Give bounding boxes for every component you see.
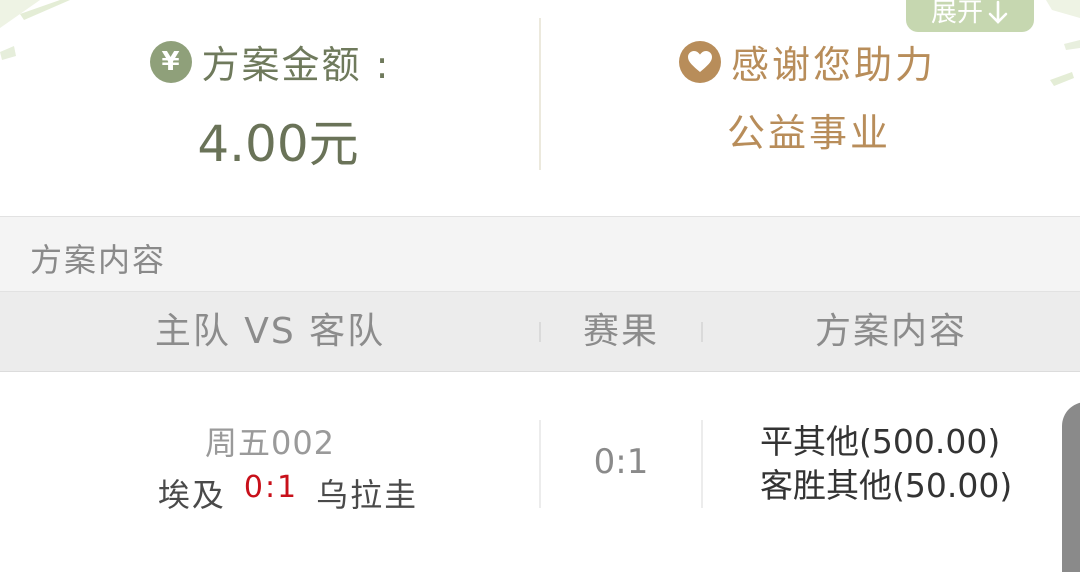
amount-value: 4.00元 xyxy=(197,115,359,173)
plan-line: 平其他(500.00) xyxy=(760,422,1001,461)
plan-line: 客胜其他(50.00) xyxy=(760,466,1013,505)
match-teams: 埃及 0:1 乌拉圭 xyxy=(0,470,576,516)
column-header-plan: 方案内容 xyxy=(814,311,967,352)
match-number: 周五002 xyxy=(204,424,336,462)
section-title: 方案内容 xyxy=(30,241,167,279)
amount-block: ¥ 方案金额 : 4.00元 xyxy=(0,0,540,216)
match-score: 0:1 xyxy=(243,470,299,505)
home-team: 埃及 xyxy=(157,476,226,514)
away-team: 乌拉圭 xyxy=(316,476,419,514)
cell-separator xyxy=(701,420,703,508)
thanks-text: 感谢您助力 xyxy=(731,43,937,87)
column-separator xyxy=(701,322,703,342)
plan-content: 平其他(500.00) 客胜其他(50.00) xyxy=(760,420,1012,508)
amount-label: 方案金额 : xyxy=(201,43,391,87)
column-header-teams: 主队 VS 客队 xyxy=(154,311,386,352)
section-header: 方案内容 xyxy=(0,216,1080,292)
heart-icon xyxy=(679,40,721,83)
charity-text: 公益事业 xyxy=(727,111,892,155)
match-result: 0:1 xyxy=(593,442,649,482)
side-scroll-tab[interactable] xyxy=(1062,402,1080,572)
yen-icon: ¥ xyxy=(149,40,192,83)
table-row[interactable]: 周五002 埃及 0:1 乌拉圭 0:1 平其他(500.00) 客胜其他(50… xyxy=(0,372,1080,553)
thanks-block: 感谢您助力 公益事业 xyxy=(541,0,1080,216)
column-separator xyxy=(539,322,541,342)
summary-panel: 展开 ¥ 方案金额 : 4.00元 感谢您助力 公益事业 xyxy=(0,0,1080,216)
column-header-result: 赛果 xyxy=(582,311,659,352)
